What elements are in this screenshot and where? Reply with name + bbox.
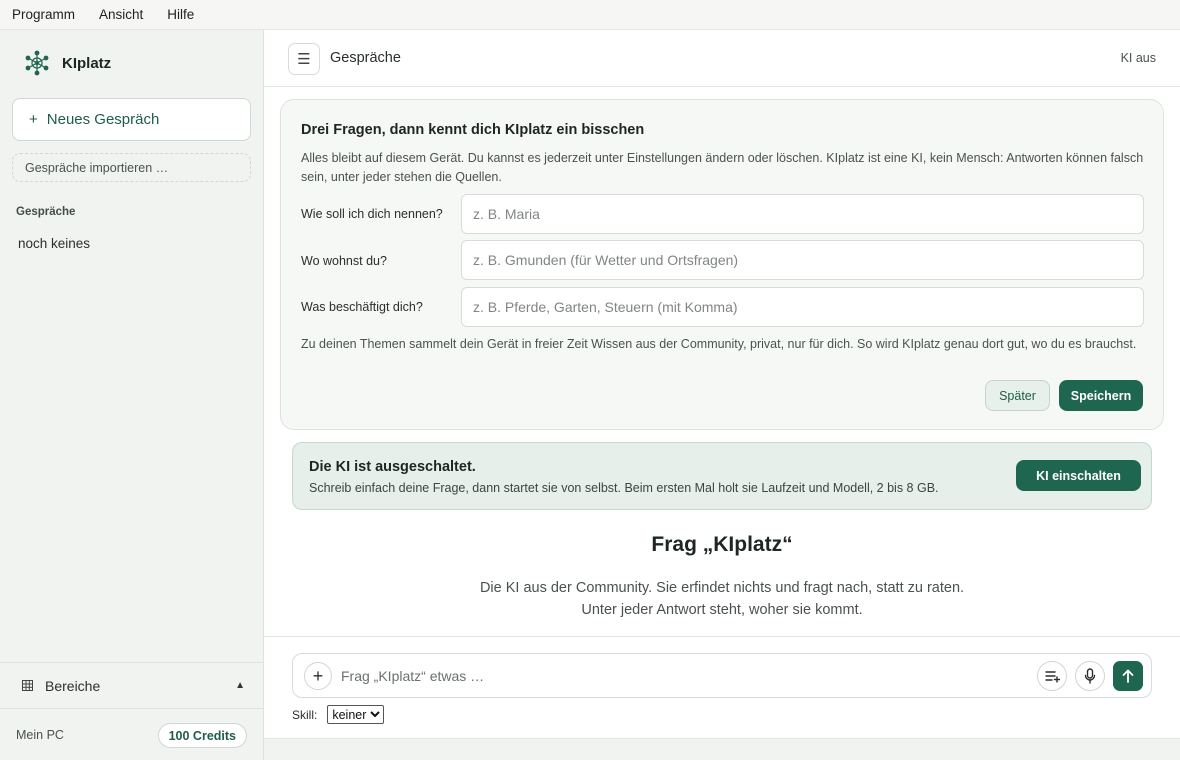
arrow-up-icon: [1122, 669, 1134, 683]
bottom-strip: [264, 738, 1180, 760]
plus-icon: +: [29, 111, 38, 128]
onboarding-intro: Alles bleibt auf diesem Gerät. Du kannst…: [301, 151, 1144, 184]
welcome-line-1: Die KI aus der Community. Sie erfindet n…: [479, 580, 965, 596]
new-chat-button[interactable]: + Neues Gespräch: [12, 98, 251, 141]
playlist-add-icon: [1044, 670, 1060, 683]
ki-off-text: Schreib einfach deine Frage, dann starte…: [309, 481, 939, 495]
menubar: Programm Ansicht Hilfe: [0, 0, 1180, 30]
attach-button[interactable]: +: [304, 662, 332, 690]
topics-label: Was beschäftigt dich?: [301, 300, 423, 314]
credits-badge[interactable]: 100 Credits: [157, 723, 247, 748]
sidebar-footer: Mein PC 100 Credits: [0, 710, 263, 760]
skill-select[interactable]: keiner: [327, 705, 385, 724]
app-name: KIplatz: [62, 54, 112, 72]
name-field[interactable]: [461, 194, 1144, 234]
sidebar: KIplatz + Neues Gespräch Gespräche impor…: [0, 30, 264, 760]
menu-hilfe[interactable]: Hilfe: [167, 7, 194, 22]
welcome-text: Die KI aus der Community. Sie erfindet n…: [264, 577, 1180, 621]
page-title: Gespräche: [330, 50, 401, 66]
skill-row: Skill: keiner: [292, 705, 385, 724]
microphone-button[interactable]: [1075, 661, 1105, 691]
menu-ansicht[interactable]: Ansicht: [99, 7, 143, 22]
chats-section-label: Gespräche: [16, 206, 76, 218]
caret-up-icon: ▲: [235, 680, 245, 691]
grid-icon: [22, 680, 33, 691]
main-header: ☰ Gespräche KI aus: [264, 30, 1180, 87]
import-chats-button[interactable]: Gespräche importieren …: [12, 153, 251, 182]
areas-toggle[interactable]: Bereiche ▲: [0, 662, 263, 709]
plus-icon: +: [312, 665, 324, 686]
areas-label: Bereiche: [45, 677, 101, 694]
send-button[interactable]: [1113, 661, 1143, 691]
ki-status-label: KI aus: [1120, 51, 1156, 65]
later-button[interactable]: Später: [985, 380, 1050, 411]
import-chats-label: Gespräche importieren …: [25, 160, 169, 175]
ki-off-title: Die KI ist ausgeschaltet.: [309, 459, 476, 475]
brand: KIplatz: [24, 50, 111, 76]
enable-ki-button[interactable]: KI einschalten: [1016, 460, 1141, 491]
new-chat-label: Neues Gespräch: [46, 111, 160, 128]
welcome-title: Frag „KIplatz“: [651, 533, 793, 556]
name-label: Wie soll ich dich nennen?: [301, 207, 443, 221]
topics-field[interactable]: [461, 287, 1144, 327]
playlist-add-button[interactable]: [1037, 661, 1067, 691]
composer: +: [292, 653, 1152, 698]
hamburger-icon: ☰: [297, 51, 311, 68]
save-button[interactable]: Speichern: [1059, 380, 1143, 411]
place-field[interactable]: [461, 240, 1144, 280]
ki-off-banner: Die KI ist ausgeschaltet. Schreib einfac…: [292, 442, 1152, 510]
place-label: Wo wohnst du?: [301, 254, 387, 268]
microphone-icon: [1084, 668, 1096, 684]
empty-chats-label: noch keines: [18, 236, 91, 251]
menu-toggle-button[interactable]: ☰: [288, 43, 320, 75]
skill-label: Skill:: [292, 707, 318, 722]
welcome-line-2: Unter jeder Antwort steht, woher sie kom…: [581, 602, 863, 618]
device-label: Mein PC: [16, 728, 64, 742]
network-logo-icon: [25, 50, 49, 76]
onboarding-card: Drei Fragen, dann kennt dich KIplatz ein…: [280, 99, 1164, 430]
onboarding-title: Drei Fragen, dann kennt dich KIplatz ein…: [301, 122, 645, 138]
menu-programm[interactable]: Programm: [12, 7, 75, 22]
prompt-input[interactable]: [341, 662, 1021, 690]
composer-area: + Frag „KIplatz“ etwas … Skill: keiner: [264, 636, 1180, 738]
onboarding-hint: Zu deinen Themen sammelt dein Gerät in f…: [301, 337, 1137, 351]
